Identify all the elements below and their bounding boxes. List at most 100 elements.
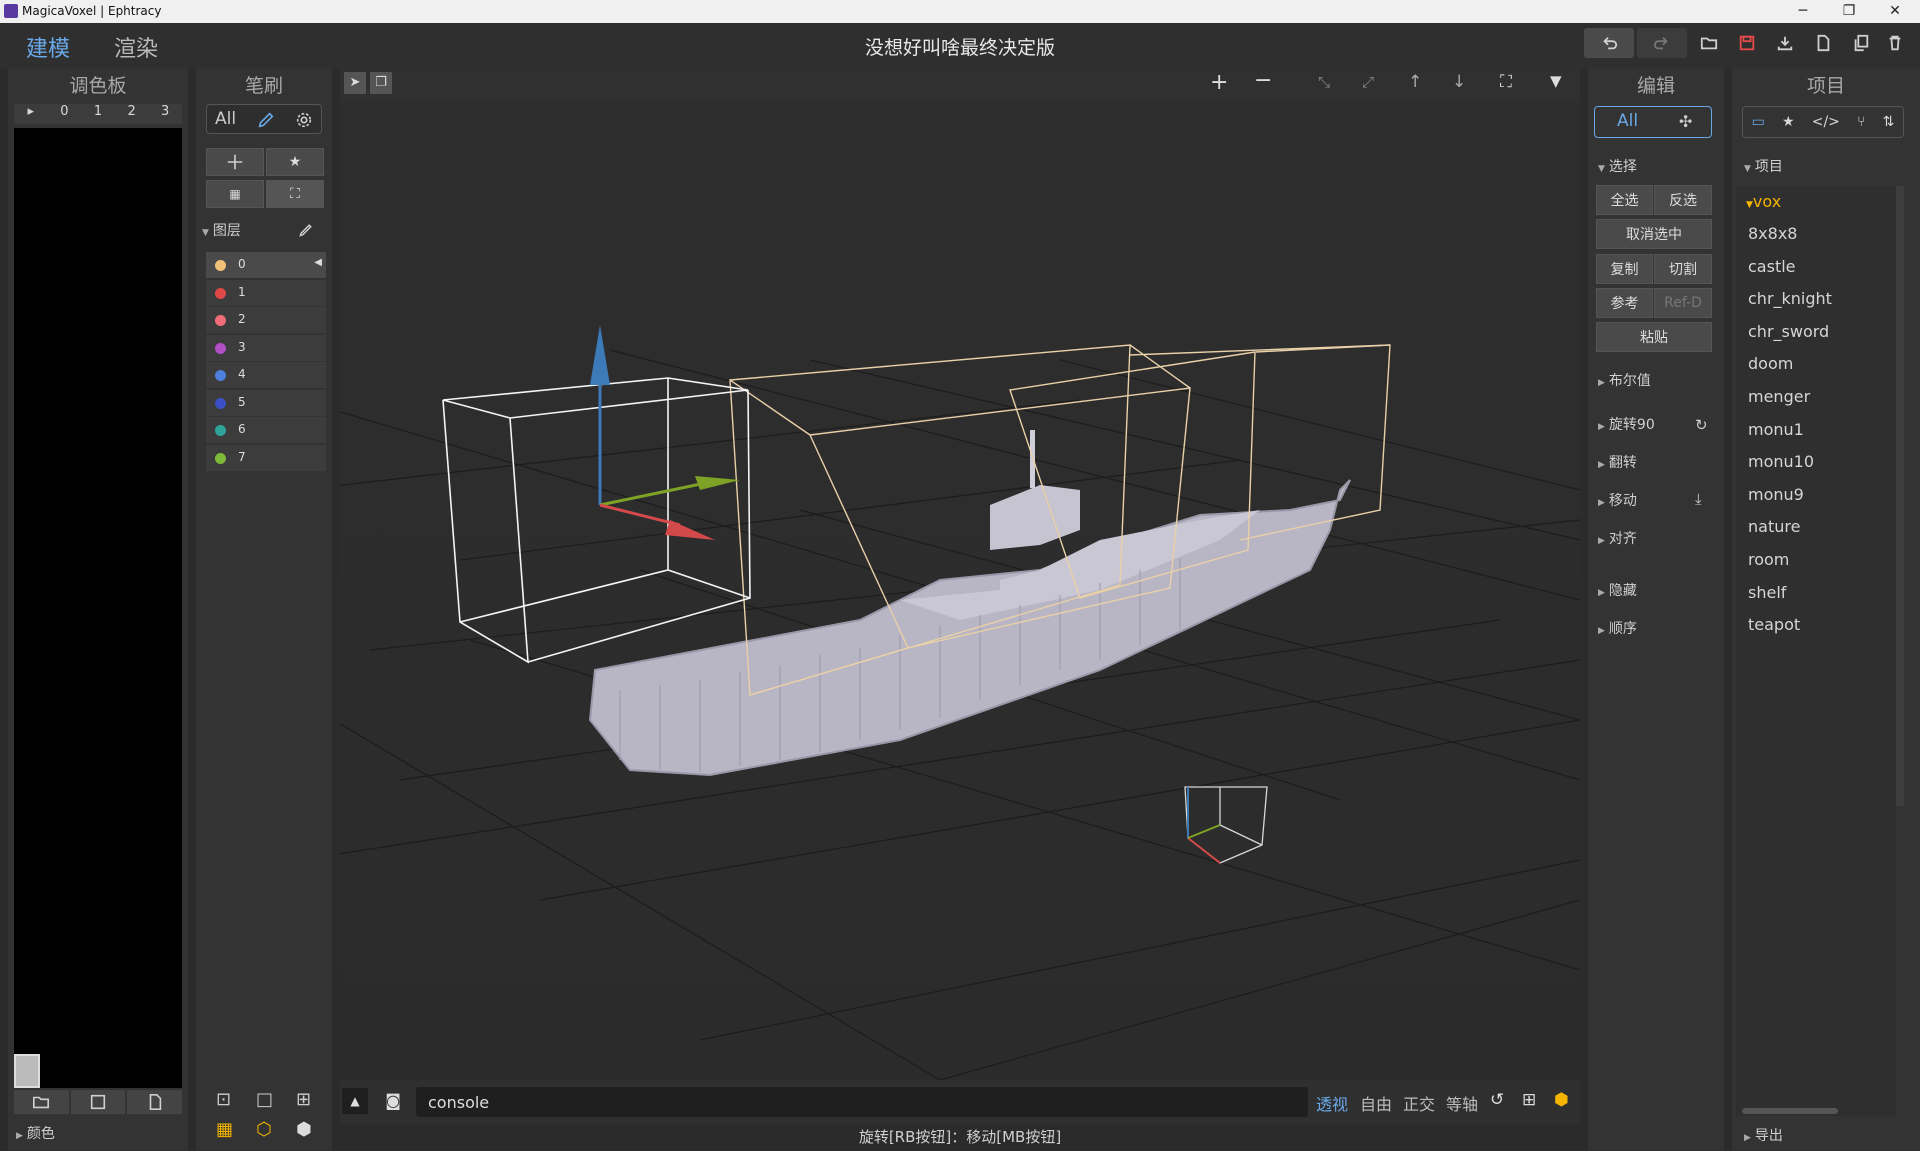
console-input[interactable]: console [416, 1087, 1308, 1117]
project-item[interactable]: monu1 [1748, 420, 1804, 439]
delete-file-button[interactable] [1876, 28, 1914, 58]
layer-row[interactable]: 4 [206, 362, 326, 388]
brush-icon[interactable] [257, 111, 275, 129]
rotate-icon[interactable]: ↻ [1695, 416, 1708, 434]
close-button[interactable]: ✕ [1872, 0, 1918, 23]
favorite-button[interactable]: ★ [266, 148, 324, 176]
folder-icon[interactable]: ▭ [1752, 114, 1765, 130]
project-item[interactable]: chr_knight [1748, 289, 1832, 308]
view-ortho[interactable]: 正交 [1403, 1091, 1435, 1115]
tab-model[interactable]: 建模 [26, 31, 70, 63]
layout-icon[interactable]: ⊡ [216, 1089, 231, 1110]
ref-d-button[interactable]: Ref-D [1654, 288, 1712, 318]
move-tool-button[interactable] [206, 148, 264, 176]
square-icon[interactable]: □ [256, 1089, 273, 1110]
vox-folder[interactable]: ▼vox [1746, 192, 1781, 211]
sort-icon[interactable]: ⇅ [1883, 114, 1895, 130]
triangle-up-icon[interactable]: ▲ [342, 1088, 368, 1114]
brush-all[interactable]: All [215, 109, 236, 129]
grid4-icon[interactable]: ⊞ [296, 1089, 311, 1110]
edit-section-5[interactable]: ▶ 隐藏 [1598, 580, 1637, 600]
project-scrollbar[interactable] [1896, 186, 1904, 806]
edit-section-2[interactable]: ▶ 翻转 [1598, 452, 1637, 472]
project-section[interactable]: ▼ 项目 [1744, 156, 1783, 176]
layer-row[interactable]: 6 [206, 417, 326, 443]
duplicate-file-button[interactable] [1842, 28, 1880, 58]
code-icon[interactable]: </> [1812, 114, 1840, 130]
project-item[interactable]: doom [1748, 354, 1793, 373]
project-item[interactable]: 8x8x8 [1748, 224, 1797, 243]
palette-tab-0[interactable]: 0 [48, 104, 82, 124]
tab-render[interactable]: 渲染 [114, 31, 158, 63]
layers-section[interactable]: ▼ 图层 [202, 220, 241, 240]
shrink-icon[interactable]: ⤡ [1318, 73, 1330, 91]
paste-button[interactable]: 粘贴 [1596, 322, 1712, 352]
dropdown-icon[interactable]: ▼ [1550, 72, 1562, 90]
reference-button[interactable]: 参考 [1596, 288, 1653, 318]
selected-color-swatch[interactable] [14, 1054, 40, 1088]
box-select-button[interactable]: ⛶ [266, 180, 324, 208]
expand-icon[interactable]: ✣ [1679, 112, 1692, 131]
branch-icon[interactable]: ⑂ [1857, 114, 1865, 130]
layer-row[interactable]: 3 [206, 334, 326, 361]
palette-grid[interactable] [14, 128, 182, 1088]
edit-section-4[interactable]: ▶ 对齐 [1598, 528, 1637, 548]
redo-button[interactable] [1637, 28, 1687, 58]
project-item[interactable]: shelf [1748, 583, 1786, 602]
pencil-icon[interactable] [298, 222, 314, 238]
edit-section-3[interactable]: ▶ 移动 [1598, 490, 1637, 510]
viewport-3d[interactable] [340, 100, 1580, 1080]
project-item[interactable]: monu9 [1748, 485, 1804, 504]
project-item[interactable]: room [1748, 550, 1789, 569]
select-all-button[interactable]: 全选 [1596, 185, 1653, 215]
arrow-up-icon[interactable]: ↑ [1408, 72, 1422, 92]
new-file-button[interactable] [1804, 28, 1842, 58]
select-section[interactable]: ▼ 选择 [1598, 156, 1637, 176]
grow-icon[interactable]: ⤢ [1362, 73, 1374, 91]
project-item[interactable]: monu10 [1748, 452, 1814, 471]
palette-save-button[interactable] [70, 1090, 126, 1114]
project-item[interactable]: menger [1748, 387, 1810, 406]
edit-all[interactable]: All [1617, 111, 1638, 131]
palette-open-button[interactable] [14, 1090, 69, 1114]
layer-row[interactable]: 1 [206, 279, 326, 306]
invert-button[interactable]: 反选 [1654, 185, 1712, 215]
palette-new-button[interactable] [127, 1090, 183, 1114]
layout-view-icon[interactable]: ⊞ [1522, 1090, 1536, 1110]
fit-icon[interactable]: ⛶ [1500, 72, 1512, 92]
reset-view-icon[interactable]: ↺ [1490, 1090, 1504, 1110]
open-button[interactable] [1690, 28, 1728, 58]
edit-section-1[interactable]: ▶ 旋转90 [1598, 414, 1655, 434]
palette-tab-3[interactable]: 3 [148, 104, 182, 124]
project-item[interactable]: castle [1748, 257, 1796, 276]
export-section[interactable]: ▶ 导出 [1744, 1125, 1783, 1145]
layer-row[interactable]: 5 [206, 389, 326, 416]
view-perspective[interactable]: 透视 [1316, 1091, 1348, 1115]
zoom-out-icon[interactable]: − [1254, 68, 1272, 93]
view-iso[interactable]: 等轴 [1446, 1091, 1478, 1115]
grid-tool-button[interactable]: ▦ [206, 180, 264, 208]
camera-icon[interactable]: ◙ [380, 1088, 406, 1114]
cube-icon[interactable]: ⬢ [1554, 1090, 1569, 1110]
palette-tab-2[interactable]: 2 [115, 104, 149, 124]
project-item[interactable]: chr_sword [1748, 322, 1829, 341]
deselect-button[interactable]: 取消选中 [1596, 219, 1712, 249]
layer-row[interactable]: 7 [206, 444, 326, 471]
restore-button[interactable]: ❐ [1826, 0, 1872, 23]
gear-icon[interactable] [295, 111, 313, 129]
clipboard-icon[interactable]: ❐ [370, 72, 392, 94]
edit-section-6[interactable]: ▶ 顺序 [1598, 618, 1637, 638]
undo-button[interactable] [1584, 28, 1634, 58]
layer-row[interactable]: 2 [206, 307, 326, 333]
export-button[interactable] [1766, 28, 1804, 58]
arrow-down-icon[interactable]: ↓ [1452, 72, 1466, 92]
download-icon[interactable]: ⤓ [1695, 490, 1702, 508]
project-item[interactable]: nature [1748, 517, 1800, 536]
layer-row[interactable]: 0 ◀ [206, 252, 326, 278]
edit-section-0[interactable]: ▶ 布尔值 [1598, 370, 1651, 390]
project-item[interactable]: teapot [1748, 615, 1800, 634]
palette-tab-1[interactable]: 1 [81, 104, 115, 124]
minimize-button[interactable]: ─ [1780, 0, 1826, 23]
palette-tab-play[interactable]: ▸ [14, 104, 48, 124]
cut-button[interactable]: 切割 [1654, 254, 1712, 284]
